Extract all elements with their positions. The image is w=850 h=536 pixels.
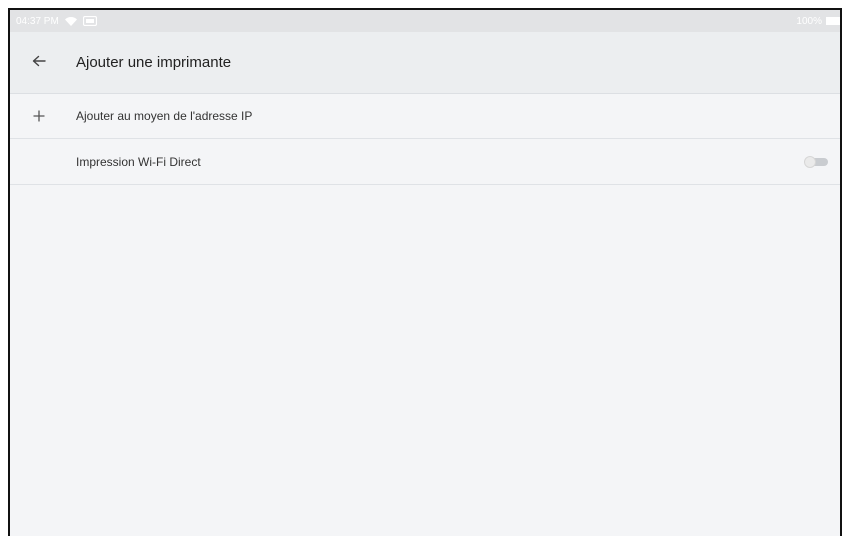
status-bar: 04:37 PM 100% (10, 10, 840, 32)
wifi-direct-toggle[interactable] (804, 156, 830, 168)
app-bar: Ajouter une imprimante (10, 32, 840, 94)
status-left: 04:37 PM (16, 16, 97, 27)
plus-icon (10, 94, 68, 139)
toggle-thumb (804, 156, 816, 168)
arrow-left-icon (32, 54, 46, 72)
sim-card-icon (82, 16, 97, 26)
status-right: 100% (796, 16, 840, 27)
page-title: Ajouter une imprimante (76, 54, 232, 71)
back-button[interactable] (10, 32, 68, 94)
battery-percent: 100% (796, 15, 822, 27)
wifi-direct-label: Impression Wi-Fi Direct (76, 155, 201, 169)
add-by-ip-row[interactable]: Ajouter au moyen de l'adresse IP (10, 94, 840, 139)
screen-frame: 04:37 PM 100% Ajouter une imprimante Ajo… (8, 8, 842, 536)
wifi-direct-row[interactable]: Impression Wi-Fi Direct (10, 140, 840, 185)
battery-icon (826, 17, 840, 25)
status-time: 04:37 PM (16, 15, 59, 27)
add-by-ip-label: Ajouter au moyen de l'adresse IP (76, 109, 253, 123)
wifi-icon (64, 16, 77, 26)
